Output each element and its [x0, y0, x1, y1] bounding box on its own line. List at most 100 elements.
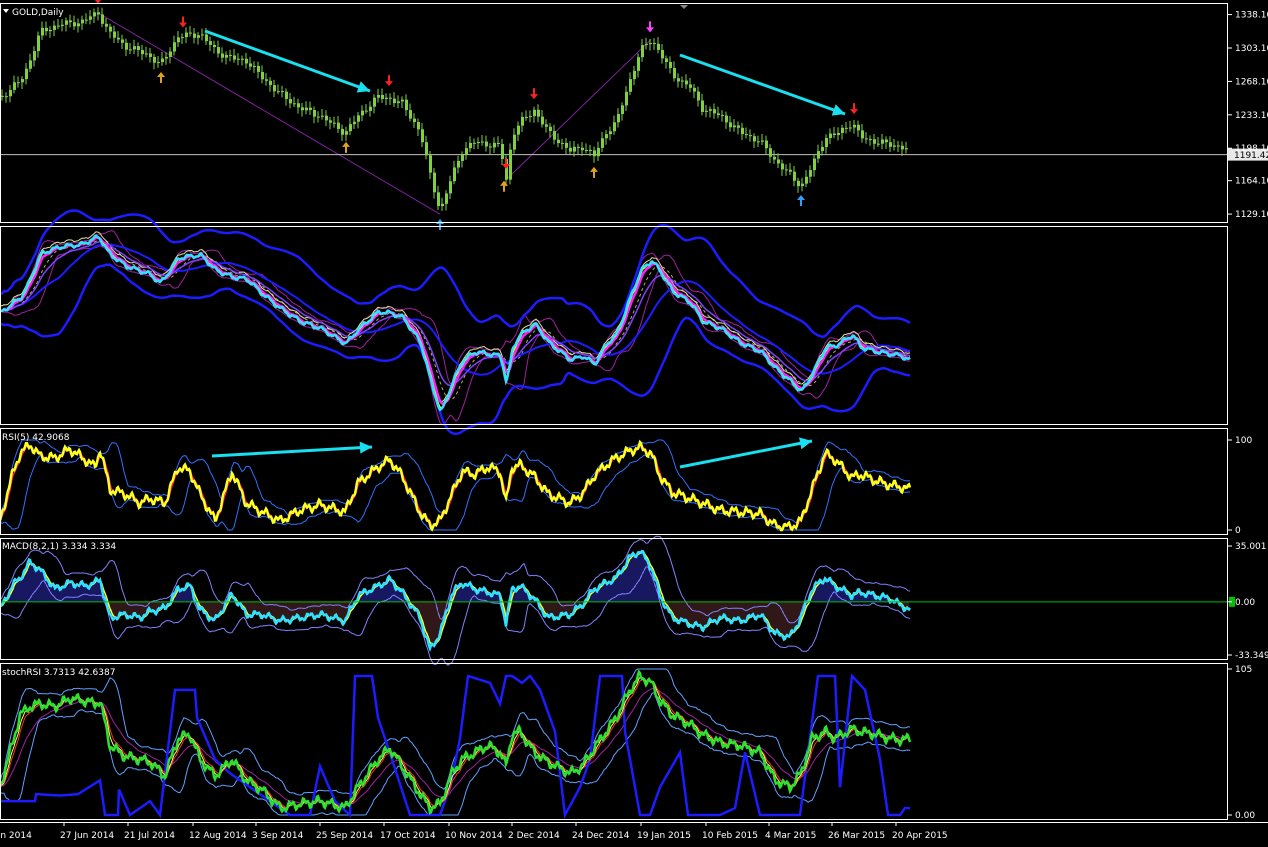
candle-body [833, 133, 836, 136]
candle-body [385, 97, 388, 99]
x-tick-label: 17 Oct 2014 [380, 831, 436, 841]
candle-body [453, 167, 456, 182]
candle-body [185, 32, 188, 38]
candle-body [141, 49, 144, 55]
candle-body [677, 78, 680, 82]
y-tick-label: 1233.10 [1235, 111, 1268, 121]
candle-body [785, 169, 788, 171]
y-tick-label: 0.00 [1235, 598, 1255, 608]
candle-body [221, 53, 224, 58]
y-tick-label: 1164.10 [1235, 177, 1268, 187]
candle-body [317, 116, 320, 118]
candle-body [1, 95, 4, 97]
candle-body [469, 142, 472, 149]
candle-body [889, 142, 892, 147]
candle-body [485, 141, 488, 147]
candle-body [869, 139, 872, 141]
x-tick-label: Jun 2014 [0, 831, 32, 841]
candle-body [377, 94, 380, 98]
x-tick-label: 25 Sep 2014 [316, 831, 373, 841]
candle-body [753, 136, 756, 142]
candle-body [97, 12, 100, 15]
candle-body [441, 203, 444, 207]
candle-body [797, 180, 800, 187]
candle-body [337, 122, 340, 129]
candle-body [289, 98, 292, 104]
candle-body [257, 65, 260, 72]
candle-body [789, 169, 792, 172]
candle-body [305, 107, 308, 111]
candle-body [21, 79, 24, 83]
candle-body [601, 138, 604, 148]
x-tick-label: 12 Aug 2014 [189, 831, 247, 841]
candle-body [193, 33, 196, 38]
candle-body [177, 37, 180, 43]
candle-body [801, 183, 804, 187]
candle-body [165, 56, 168, 59]
candle-body [381, 94, 384, 99]
candle-body [253, 65, 256, 67]
candle-body [281, 91, 284, 93]
candle-body [733, 125, 736, 128]
candle-body [277, 91, 280, 93]
candle-body [125, 42, 128, 50]
candle-body [717, 113, 720, 116]
candle-body [325, 115, 328, 121]
candle-body [741, 127, 744, 135]
candle-body [817, 151, 820, 159]
candle-body [113, 31, 116, 38]
candle-body [737, 125, 740, 128]
candle-body [821, 147, 824, 152]
x-tick-label: 27 Jun 2014 [60, 831, 114, 841]
candle-body [17, 82, 20, 84]
x-tick-label: 2 Dec 2014 [508, 831, 560, 841]
candle-body [861, 130, 864, 139]
candle-body [273, 85, 276, 92]
stochrsi-label: stochRSI 3.7313 42.6387 [2, 668, 115, 678]
candle-body [489, 146, 492, 148]
candle-body [189, 32, 192, 34]
candle-body [829, 133, 832, 138]
candle-body [61, 24, 64, 26]
candle-body [721, 115, 724, 117]
trading-chart[interactable]: 1191.42 GOLD,Daily RSI(5) 42.9068 MACD(8… [0, 0, 1268, 847]
candle-body [173, 42, 176, 52]
candle-body [225, 54, 228, 58]
candle-body [657, 43, 660, 50]
candle-body [589, 149, 592, 151]
x-tick-label: 10 Nov 2014 [445, 831, 503, 841]
candle-body [405, 99, 408, 111]
x-tick-label: 21 Jul 2014 [124, 831, 175, 841]
candle-body [837, 132, 840, 136]
candle-body [9, 89, 12, 97]
candle-body [357, 115, 360, 122]
candle-body [841, 127, 844, 133]
x-tick-label: 19 Jan 2015 [637, 831, 691, 841]
candle-body [709, 109, 712, 111]
candle-body [149, 53, 152, 57]
candle-body [413, 118, 416, 123]
candle-body [641, 45, 644, 58]
candle-body [153, 56, 156, 63]
candle-body [293, 103, 296, 105]
candle-body [45, 27, 48, 32]
candle-body [645, 44, 648, 46]
candle-body [449, 181, 452, 194]
candle-body [689, 84, 692, 88]
candle-body [809, 170, 812, 177]
candle-body [129, 49, 132, 51]
candle-body [345, 131, 348, 135]
y-tick-label: 0.00 [1235, 811, 1255, 821]
candle-body [617, 114, 620, 123]
candle-body [897, 145, 900, 147]
candle-body [757, 141, 760, 143]
candle-body [653, 42, 656, 44]
candle-body [265, 79, 268, 81]
candle-body [697, 91, 700, 101]
y-tick-label: 0 [1235, 526, 1241, 536]
candle-body [825, 137, 828, 148]
candle-body [157, 62, 160, 64]
candle-body [725, 115, 728, 123]
candle-body [409, 110, 412, 119]
candle-body [341, 128, 344, 135]
